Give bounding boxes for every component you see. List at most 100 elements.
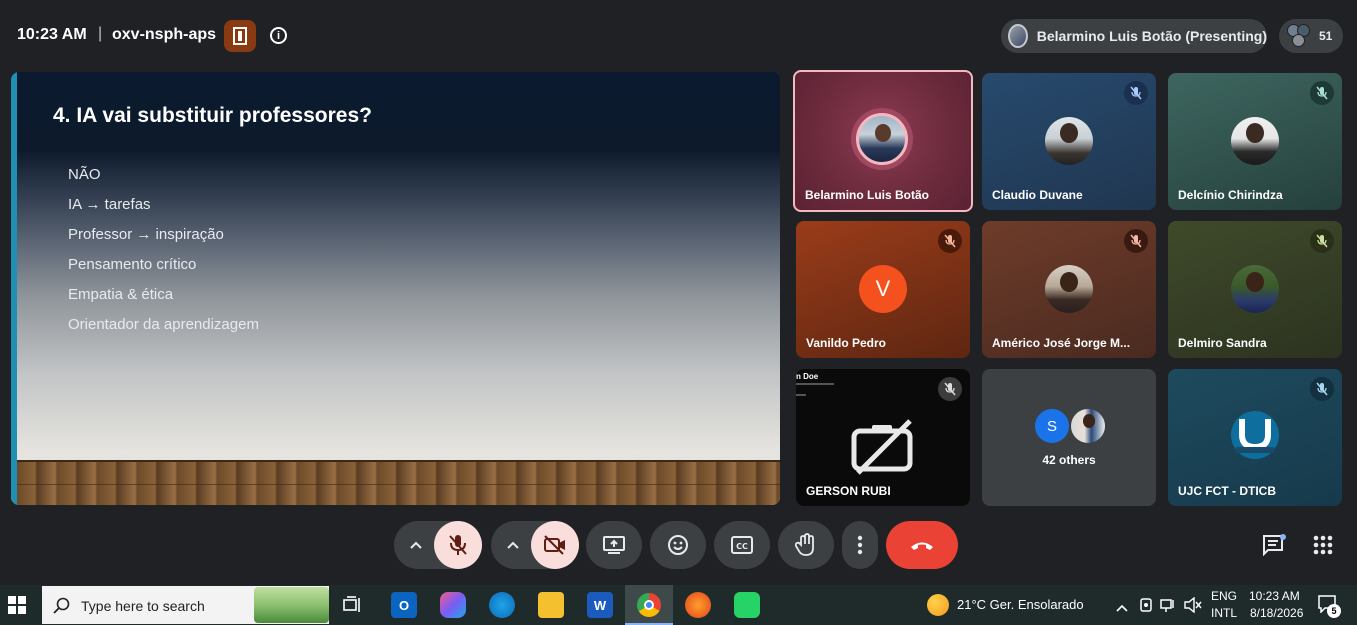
volume-muted-icon[interactable] [1184, 596, 1202, 618]
notification-center-button[interactable]: 5 [1318, 595, 1341, 618]
participant-avatar [1069, 407, 1107, 445]
meeting-code: oxv-nsph-aps [112, 26, 217, 43]
whatsapp-icon[interactable] [734, 592, 760, 618]
language-indicator[interactable]: ENG [1211, 589, 1237, 603]
slide-bullet: IA → tarefas [68, 196, 151, 213]
people-avatars-icon [1287, 24, 1311, 48]
mic-off-icon [938, 229, 962, 253]
search-highlight-illustration [254, 587, 329, 623]
mic-off-icon [1310, 377, 1334, 401]
participant-count: 51 [1319, 29, 1333, 43]
call-controls: CC [0, 521, 1357, 569]
participant-name: Vanildo Pedro [806, 336, 887, 350]
camera-off-icon [850, 419, 916, 480]
copilot-icon[interactable] [440, 592, 466, 618]
participant-avatar [1231, 117, 1279, 165]
search-placeholder: Type here to search [81, 598, 205, 614]
initial-avatar: S [1033, 407, 1071, 445]
participant-tile-claudio[interactable]: Claudio Duvane [982, 73, 1156, 210]
slide-bullet: Professor → inspiração [68, 226, 224, 243]
mic-off-icon [1124, 229, 1148, 253]
initial-avatar: V [859, 265, 907, 313]
mic-off-icon [1124, 81, 1148, 105]
chevron-up-icon[interactable] [1116, 599, 1128, 617]
mic-off-icon [1310, 229, 1334, 253]
mic-toggle-button[interactable] [434, 521, 482, 569]
camera-control-group [491, 521, 579, 569]
mic-off-icon [938, 377, 962, 401]
speaking-ring [851, 108, 913, 170]
top-bar: 10:23 AM | oxv-nsph-aps i Belarmino Luis… [0, 14, 1357, 58]
participant-tile-vanildo[interactable]: V Vanildo Pedro [796, 221, 970, 358]
participant-name: UJC FCT - DTICB [1178, 484, 1276, 498]
camera-toggle-button[interactable] [531, 521, 579, 569]
edge-icon[interactable] [489, 592, 515, 618]
participant-name: Belarmino Luis Botão [805, 188, 930, 202]
participant-tile-belarmino[interactable]: Belarmino Luis Botão [793, 70, 973, 212]
participant-tile-others[interactable]: S 42 others [982, 369, 1156, 506]
mic-off-icon [1310, 81, 1334, 105]
keyboard-layout[interactable]: INTL [1211, 606, 1237, 620]
present-screen-button[interactable] [586, 521, 642, 569]
reactions-button[interactable] [650, 521, 706, 569]
mic-off-icon [449, 535, 467, 555]
people-button[interactable]: 51 [1279, 19, 1343, 53]
slide-bullets: NÃO IA → tarefas Professor → inspiração … [68, 165, 259, 345]
weather-text[interactable]: 21°C Ger. Ensolarado [957, 597, 1084, 612]
slide-bullet: Orientador da aprendizagem [68, 316, 259, 333]
overlay-line [796, 383, 834, 385]
network-icon[interactable] [1160, 597, 1176, 618]
search-icon [53, 597, 70, 614]
slide-accent-bar [11, 72, 17, 505]
slide-bullet: Empatia & ética [68, 286, 174, 303]
chevron-up-icon [410, 541, 422, 549]
separator: | [98, 25, 103, 42]
hand-icon [795, 533, 814, 556]
participant-tile-americo[interactable]: Américo José Jorge M... [982, 221, 1156, 358]
meet-window: 10:23 AM | oxv-nsph-aps i Belarmino Luis… [0, 0, 1357, 585]
outlook-icon[interactable]: O [391, 592, 417, 618]
chat-button[interactable] [1258, 521, 1290, 569]
taskbar-search-box[interactable]: Type here to search [42, 586, 329, 624]
apps-grid-icon [1313, 535, 1333, 555]
participant-tile-gerson[interactable]: n Doe GERSON RUBI [796, 369, 970, 506]
mic-control-group [394, 521, 482, 569]
captions-button[interactable]: CC [714, 521, 770, 569]
chrome-active-tab[interactable] [625, 585, 673, 625]
participant-name: Claudio Duvane [992, 188, 1083, 202]
more-vert-icon [857, 535, 863, 555]
host-controls-icon[interactable] [224, 20, 256, 52]
task-view-icon[interactable] [340, 592, 366, 618]
overlay-text: n Doe [796, 372, 819, 381]
participant-tile-delmiro[interactable]: Delmiro Sandra [1168, 221, 1342, 358]
clock-date[interactable]: 8/18/2026 [1250, 606, 1303, 620]
word-icon[interactable]: W [587, 592, 613, 618]
chevron-up-icon [507, 541, 519, 549]
weather-icon[interactable] [927, 594, 949, 616]
wooden-floor-graphic [17, 460, 780, 505]
svg-text:CC: CC [736, 542, 748, 551]
slide-title: 4. IA vai substituir professores? [53, 104, 372, 127]
presenting-chip[interactable]: Belarmino Luis Botão (Presenting) [1001, 19, 1267, 53]
participant-tile-ujc[interactable]: UJC FCT - DTICB [1168, 369, 1342, 506]
participant-avatar [1045, 265, 1093, 313]
clock-time[interactable]: 10:23 AM [1249, 589, 1300, 603]
participant-avatar [1045, 117, 1093, 165]
info-icon[interactable]: i [270, 27, 287, 44]
mic-options-button[interactable] [394, 521, 438, 569]
raise-hand-button[interactable] [778, 521, 834, 569]
participant-tile-delcinio[interactable]: Delcínio Chirindza [1168, 73, 1342, 210]
camera-options-button[interactable] [491, 521, 535, 569]
participant-avatar [856, 113, 908, 165]
participant-name: Américo José Jorge M... [992, 336, 1131, 350]
overlay-line [796, 394, 806, 396]
activities-button[interactable] [1307, 521, 1339, 569]
slide-bullet: NÃO [68, 166, 101, 183]
leave-call-button[interactable] [886, 521, 958, 569]
file-explorer-icon[interactable] [538, 592, 564, 618]
present-screen-icon [603, 536, 625, 554]
windows-start-icon[interactable] [8, 596, 26, 619]
firefox-icon[interactable] [685, 592, 711, 618]
meet-tray-icon[interactable] [1139, 597, 1153, 618]
more-options-button[interactable] [842, 521, 878, 569]
